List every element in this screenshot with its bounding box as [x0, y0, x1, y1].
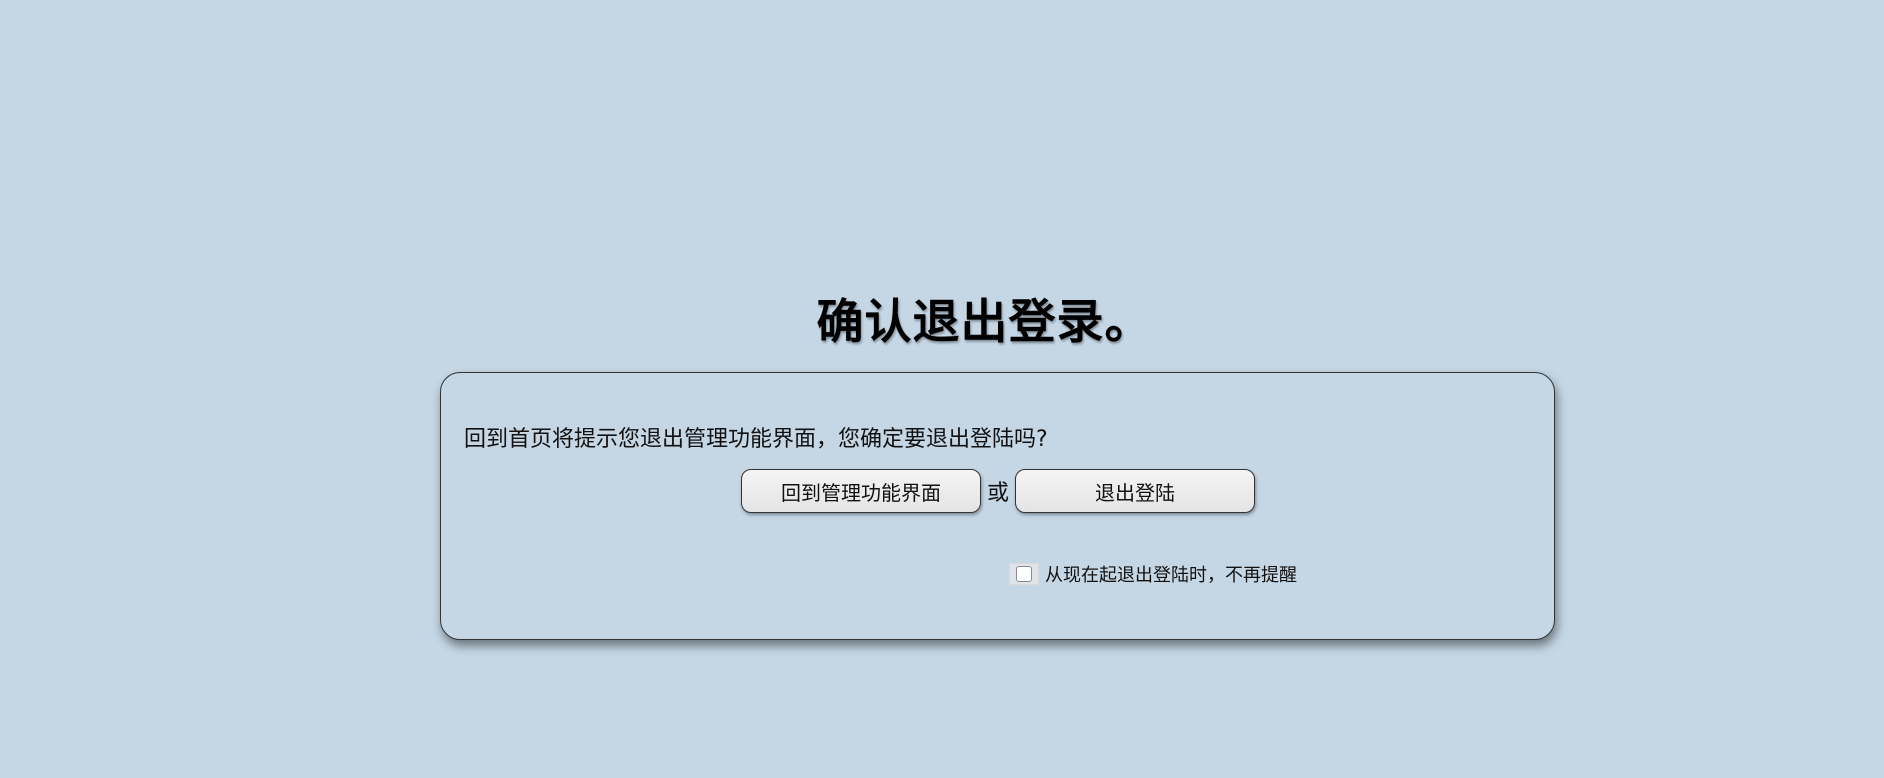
checkbox-box	[1016, 566, 1032, 582]
back-to-admin-button[interactable]: 回到管理功能界面	[741, 469, 981, 513]
logout-prompt-text: 回到首页将提示您退出管理功能界面，您确定要退出登陆吗?	[464, 427, 1048, 452]
dont-remind-label: 从现在起退出登陆时，不再提醒	[1045, 565, 1297, 586]
dialog-actions: 回到管理功能界面 或 退出登陆	[741, 469, 1256, 513]
page-title: 确认退出登录。	[816, 295, 1153, 350]
or-separator: 或	[987, 481, 1010, 506]
dont-remind-checkbox[interactable]	[1009, 563, 1039, 585]
dont-remind-option[interactable]: 从现在起退出登陆时，不再提醒	[1009, 561, 1297, 587]
logout-button[interactable]: 退出登陆	[1015, 469, 1256, 513]
logout-confirm-dialog: 回到首页将提示您退出管理功能界面，您确定要退出登陆吗? 回到管理功能界面 或 退…	[440, 372, 1555, 640]
